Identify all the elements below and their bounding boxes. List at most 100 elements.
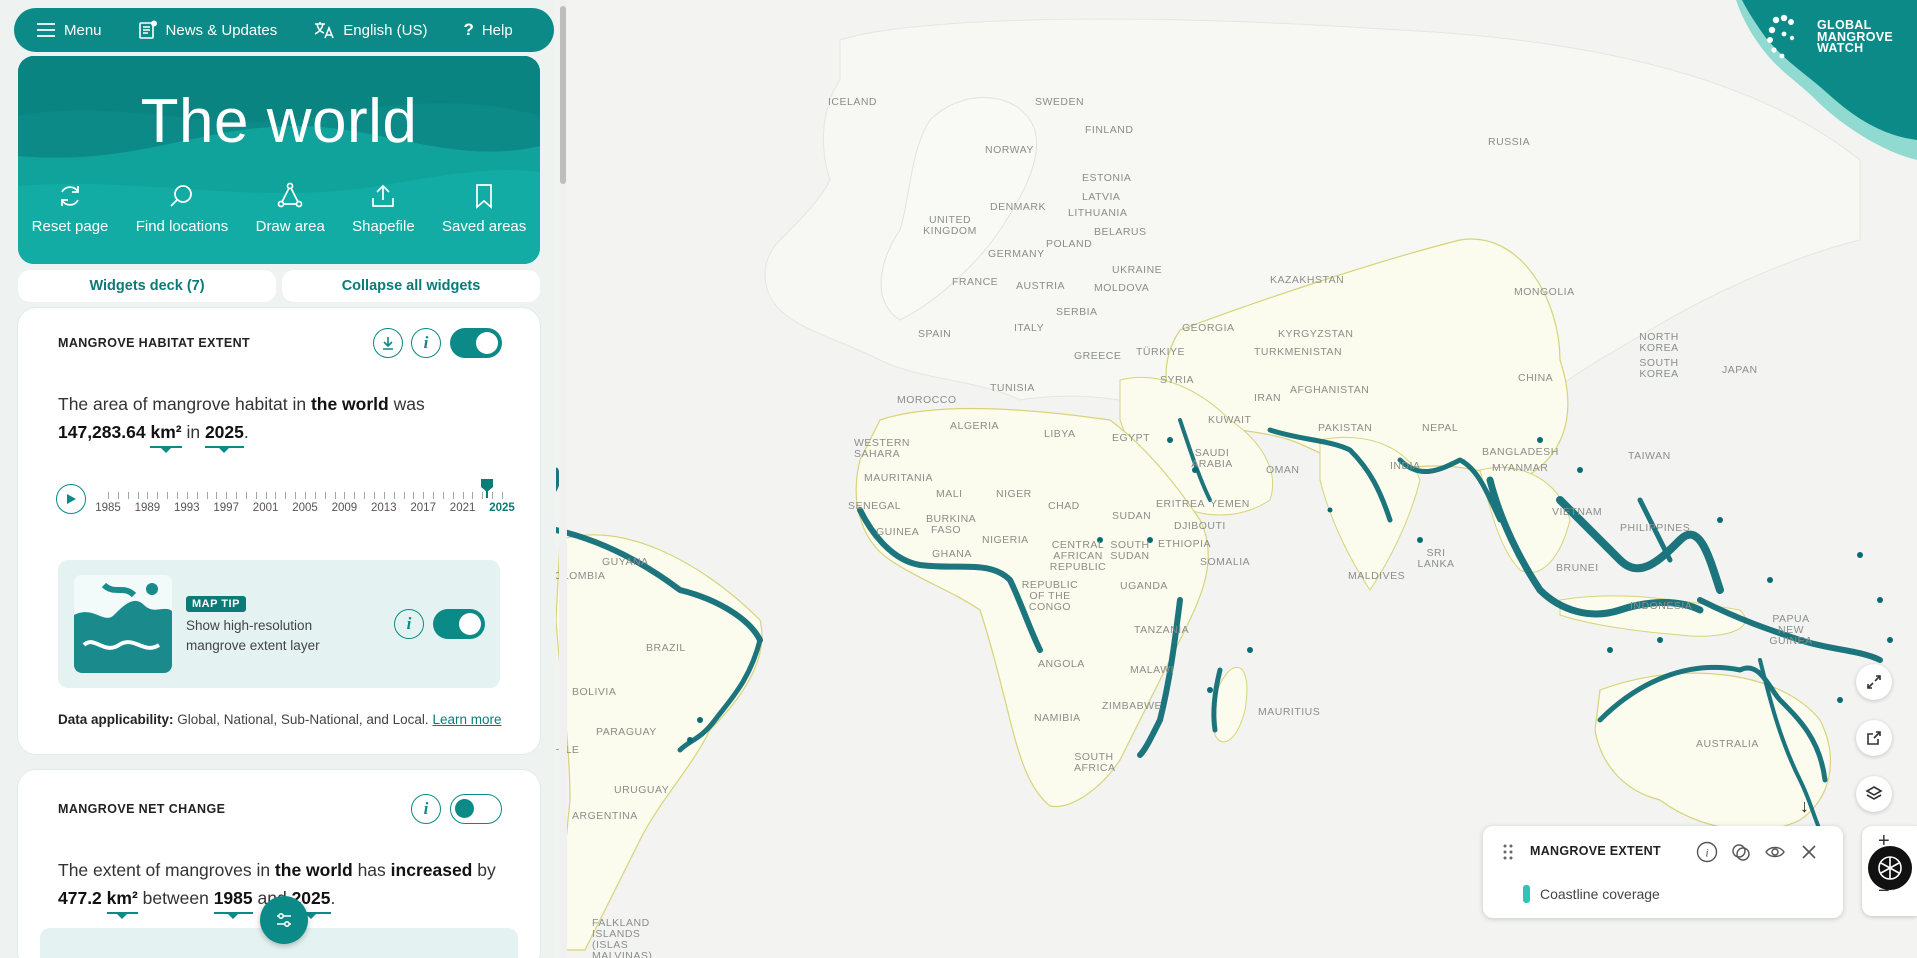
- country-label: INDIA: [1390, 460, 1421, 472]
- high-res-toggle[interactable]: [433, 609, 485, 639]
- timeline-tick: [383, 492, 385, 499]
- layer-toggle[interactable]: [450, 794, 502, 824]
- unit-dropdown[interactable]: km²: [150, 418, 182, 453]
- timeline-tick: [226, 492, 228, 499]
- summary-text: .: [330, 888, 336, 908]
- tool-label: Find locations: [135, 218, 229, 235]
- timeline-tick: [413, 492, 415, 499]
- country-label: BRAZIL: [646, 642, 686, 654]
- country-label: SENEGAL: [848, 500, 902, 512]
- info-button[interactable]: i: [411, 328, 441, 358]
- timeline-year-label[interactable]: 2013: [371, 502, 397, 514]
- layers-button[interactable]: [1856, 776, 1892, 812]
- menu-label: Menu: [64, 21, 102, 39]
- country-label: MALDIVES: [1348, 570, 1406, 582]
- country-label: MOLDOVA: [1094, 282, 1150, 294]
- timeline-year-label[interactable]: 2009: [332, 502, 358, 514]
- sidebar-panel: Menu News & Updates English (US) ? Help …: [0, 0, 556, 958]
- summary-text: in: [181, 422, 205, 442]
- timeline-year-label[interactable]: 1989: [135, 502, 161, 514]
- timeline-year-label[interactable]: 2017: [410, 502, 436, 514]
- share-button[interactable]: [1856, 720, 1892, 756]
- reset-page-button[interactable]: Reset page: [31, 182, 109, 235]
- shapefile-button[interactable]: Shapefile: [352, 182, 415, 235]
- country-label: VIETNAM: [1552, 506, 1603, 518]
- timeline-tick: [433, 492, 435, 499]
- country-label: BOLIVIA: [572, 686, 617, 698]
- learn-more-link[interactable]: Learn more: [432, 712, 501, 727]
- timeline-tick: [275, 492, 277, 499]
- map-tip-info-button[interactable]: i: [394, 609, 424, 639]
- timeline-tick: [216, 492, 218, 499]
- opacity-icon[interactable]: [1729, 840, 1753, 864]
- timeline-year-label[interactable]: 2021: [450, 502, 476, 514]
- timeline-tick: [167, 492, 169, 499]
- timeline-tick: [502, 492, 503, 499]
- area-value: 147,283.64: [58, 422, 146, 442]
- menu-button[interactable]: Menu: [36, 22, 102, 39]
- timeline-year-label[interactable]: 1997: [213, 502, 239, 514]
- timeline-tick: [364, 492, 366, 499]
- map-tip-badge: MAP TIP: [186, 596, 246, 612]
- timeline-tick: [196, 492, 198, 499]
- eye-icon[interactable]: [1763, 840, 1787, 864]
- basemap-icon[interactable]: [1868, 846, 1912, 890]
- map-tip: MAP TIP Show high-resolution mangrove ex…: [58, 560, 500, 688]
- timeline-year-label[interactable]: 2025: [489, 502, 515, 514]
- timeline-year-label[interactable]: 1993: [174, 502, 200, 514]
- top-navigation: Menu News & Updates English (US) ? Help: [14, 8, 554, 52]
- timeline-ticks: [108, 492, 503, 500]
- unit-dropdown[interactable]: km²: [106, 884, 138, 919]
- summary-text: between: [137, 888, 214, 908]
- drag-handle-icon[interactable]: [1503, 844, 1513, 860]
- info-icon[interactable]: i: [1695, 840, 1719, 864]
- year-dropdown[interactable]: 2025: [204, 418, 244, 453]
- search-icon: [170, 185, 192, 207]
- sidebar-scrollbar[interactable]: [559, 0, 567, 958]
- country-label: SPAIN: [918, 328, 952, 340]
- country-label: ARGENTINA: [572, 810, 638, 822]
- collapse-widgets-button[interactable]: Collapse all widgets: [282, 270, 540, 302]
- start-year-dropdown[interactable]: 1985: [213, 884, 253, 919]
- download-icon: [383, 337, 393, 350]
- find-locations-button[interactable]: Find locations: [135, 182, 229, 235]
- timeline-tick: [176, 492, 178, 499]
- help-button[interactable]: ? Help: [463, 20, 512, 40]
- timeline-year-label[interactable]: 1985: [95, 502, 121, 514]
- draw-area-button[interactable]: Draw area: [256, 182, 325, 235]
- scrollbar-thumb[interactable]: [560, 6, 566, 184]
- country-label: GHANA: [932, 548, 972, 560]
- location-title: The world: [140, 87, 418, 156]
- news-updates-button[interactable]: News & Updates: [138, 20, 277, 40]
- country-label: MALAWI: [1130, 664, 1175, 676]
- info-button[interactable]: i: [411, 794, 441, 824]
- timeline-tick: [314, 492, 316, 499]
- fullscreen-button[interactable]: [1856, 664, 1892, 700]
- tool-label: Reset page: [31, 218, 109, 235]
- country-label: UGANDA: [1120, 580, 1168, 592]
- timeline-tick: [245, 492, 247, 499]
- saved-areas-button[interactable]: Saved areas: [442, 182, 526, 235]
- widget-settings-button[interactable]: [260, 896, 308, 944]
- news-icon: [138, 20, 157, 39]
- close-icon[interactable]: [1797, 840, 1821, 864]
- arrow-down-icon[interactable]: ↓: [1800, 796, 1809, 817]
- language-button[interactable]: English (US): [313, 20, 427, 40]
- country-label: MALI: [936, 488, 963, 500]
- country-label: YEMEN: [1210, 498, 1250, 510]
- country-label: TANZANIA: [1134, 624, 1190, 636]
- country-label: JAPAN: [1722, 364, 1758, 376]
- year-timeline[interactable]: 1985 1989 1993 1997 2001 2005 2009 2013 2017 2021…: [56, 478, 516, 518]
- layer-toggle[interactable]: [450, 328, 502, 358]
- country-label: ANGOLA: [1038, 658, 1085, 670]
- country-label: NIGER: [996, 488, 1032, 500]
- country-label: SOUTH KOREA: [1639, 357, 1679, 380]
- widgets-deck-button[interactable]: Widgets deck (7): [18, 270, 276, 302]
- download-button[interactable]: [373, 328, 403, 358]
- timeline-tick: [305, 492, 306, 499]
- play-button[interactable]: [56, 484, 86, 514]
- timeline-year-label[interactable]: 2001: [253, 502, 279, 514]
- timeline-handle-icon[interactable]: [480, 478, 494, 498]
- location-name: the world: [310, 394, 389, 414]
- timeline-year-label[interactable]: 2005: [292, 502, 318, 514]
